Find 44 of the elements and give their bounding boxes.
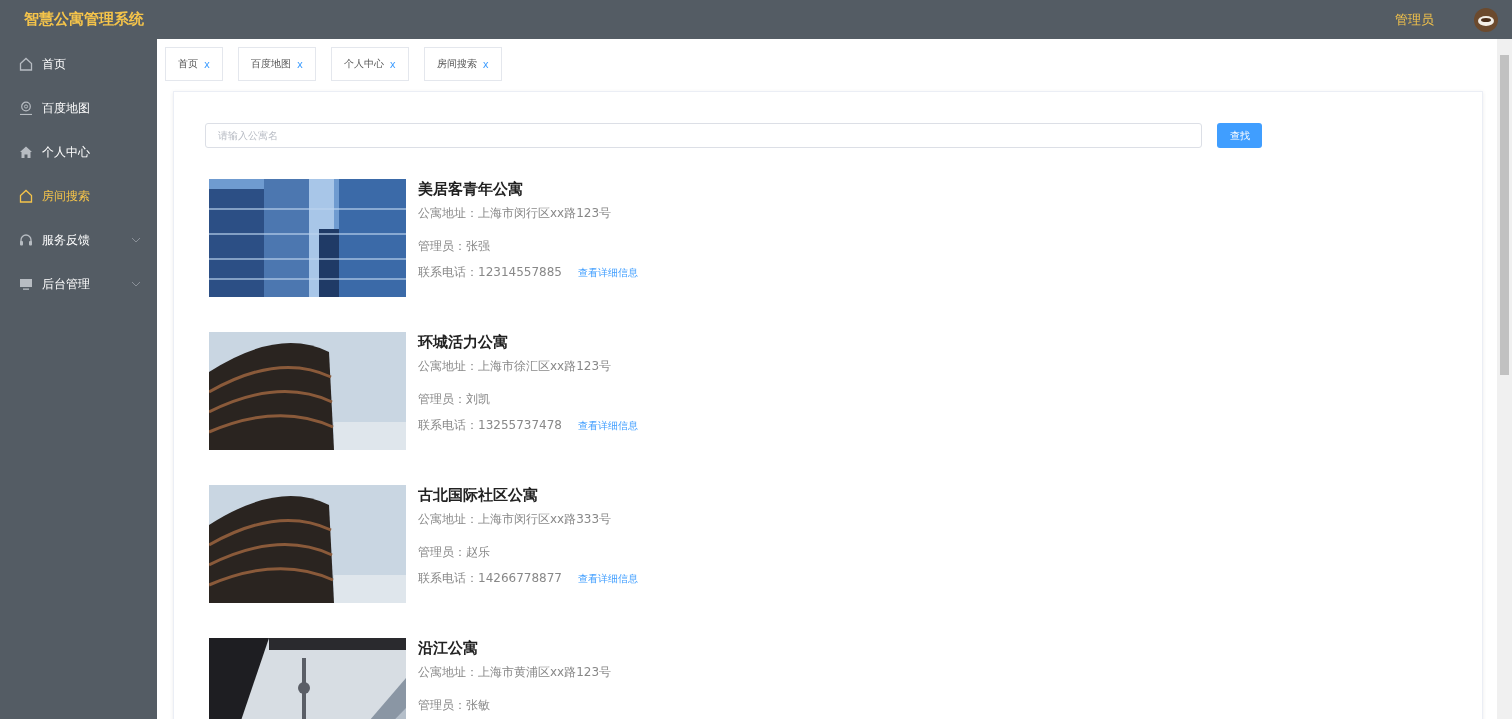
menu-item[interactable]: 个人中心	[0, 130, 157, 174]
house-icon	[19, 145, 33, 159]
scrollbar[interactable]	[1497, 39, 1512, 719]
apartment-name: 环城活力公寓	[418, 333, 509, 352]
apartment-name: 古北国际社区公寓	[418, 486, 539, 505]
tab[interactable]: 首页 x	[165, 47, 223, 81]
search-field[interactable]: 请输入公寓名	[205, 123, 1202, 148]
location-icon	[19, 101, 33, 115]
tab[interactable]: 百度地图 x	[237, 47, 316, 81]
address-text: 公寓地址：上海市闵行区xx路333号	[418, 511, 613, 528]
apartment-name: 美居客青年公寓	[418, 180, 524, 199]
address-text: 公寓地址：上海市黄浦区xx路123号	[418, 664, 612, 681]
menu-item[interactable]: 后台管理	[0, 262, 157, 306]
menu-item[interactable]: 服务反馈	[0, 218, 157, 262]
address-text: 公寓地址：上海市徐汇区xx路123号	[418, 358, 613, 375]
phone-text: 联系电话：14266778877	[418, 570, 562, 587]
manager-text: 管理员：刘凯	[418, 391, 491, 408]
home-icon	[19, 189, 33, 203]
phone-text: 联系电话：12314557885	[418, 264, 562, 281]
details-link[interactable]: 查看详细信息	[578, 267, 638, 280]
apartment-name: 沿江公寓	[418, 639, 479, 658]
tab-close[interactable]: x	[296, 58, 303, 70]
tab-close[interactable]: x	[389, 58, 396, 70]
menu-item[interactable]: 百度地图	[0, 86, 157, 130]
address-text: 公寓地址：上海市闵行区xx路123号	[418, 205, 613, 222]
details-link[interactable]: 查看详细信息	[578, 420, 638, 433]
tab-close[interactable]: x	[204, 58, 210, 70]
manager-text: 管理员：张敏	[418, 697, 491, 714]
headset-icon	[19, 233, 33, 247]
menu-item[interactable]: 房间搜索	[0, 174, 157, 218]
avatar[interactable]	[1474, 7, 1498, 32]
tab[interactable]: 个人中心 x	[330, 47, 409, 81]
phone-text: 联系电话：13255737478	[418, 417, 562, 434]
tab[interactable]: 房间搜索 x	[423, 47, 502, 81]
monitor-icon	[19, 277, 33, 291]
tab-close[interactable]: x	[482, 58, 489, 70]
user-name[interactable]: 管理员	[1395, 10, 1434, 29]
app-title: 智慧公寓管理系统	[24, 10, 144, 29]
manager-text: 管理员：赵乐	[418, 544, 491, 561]
details-link[interactable]: 查看详细信息	[578, 573, 638, 586]
home-icon	[19, 57, 33, 71]
search-button[interactable]: 查找	[1217, 123, 1262, 148]
manager-text: 管理员：张强	[418, 238, 491, 255]
menu-item[interactable]: 首页	[0, 42, 157, 86]
